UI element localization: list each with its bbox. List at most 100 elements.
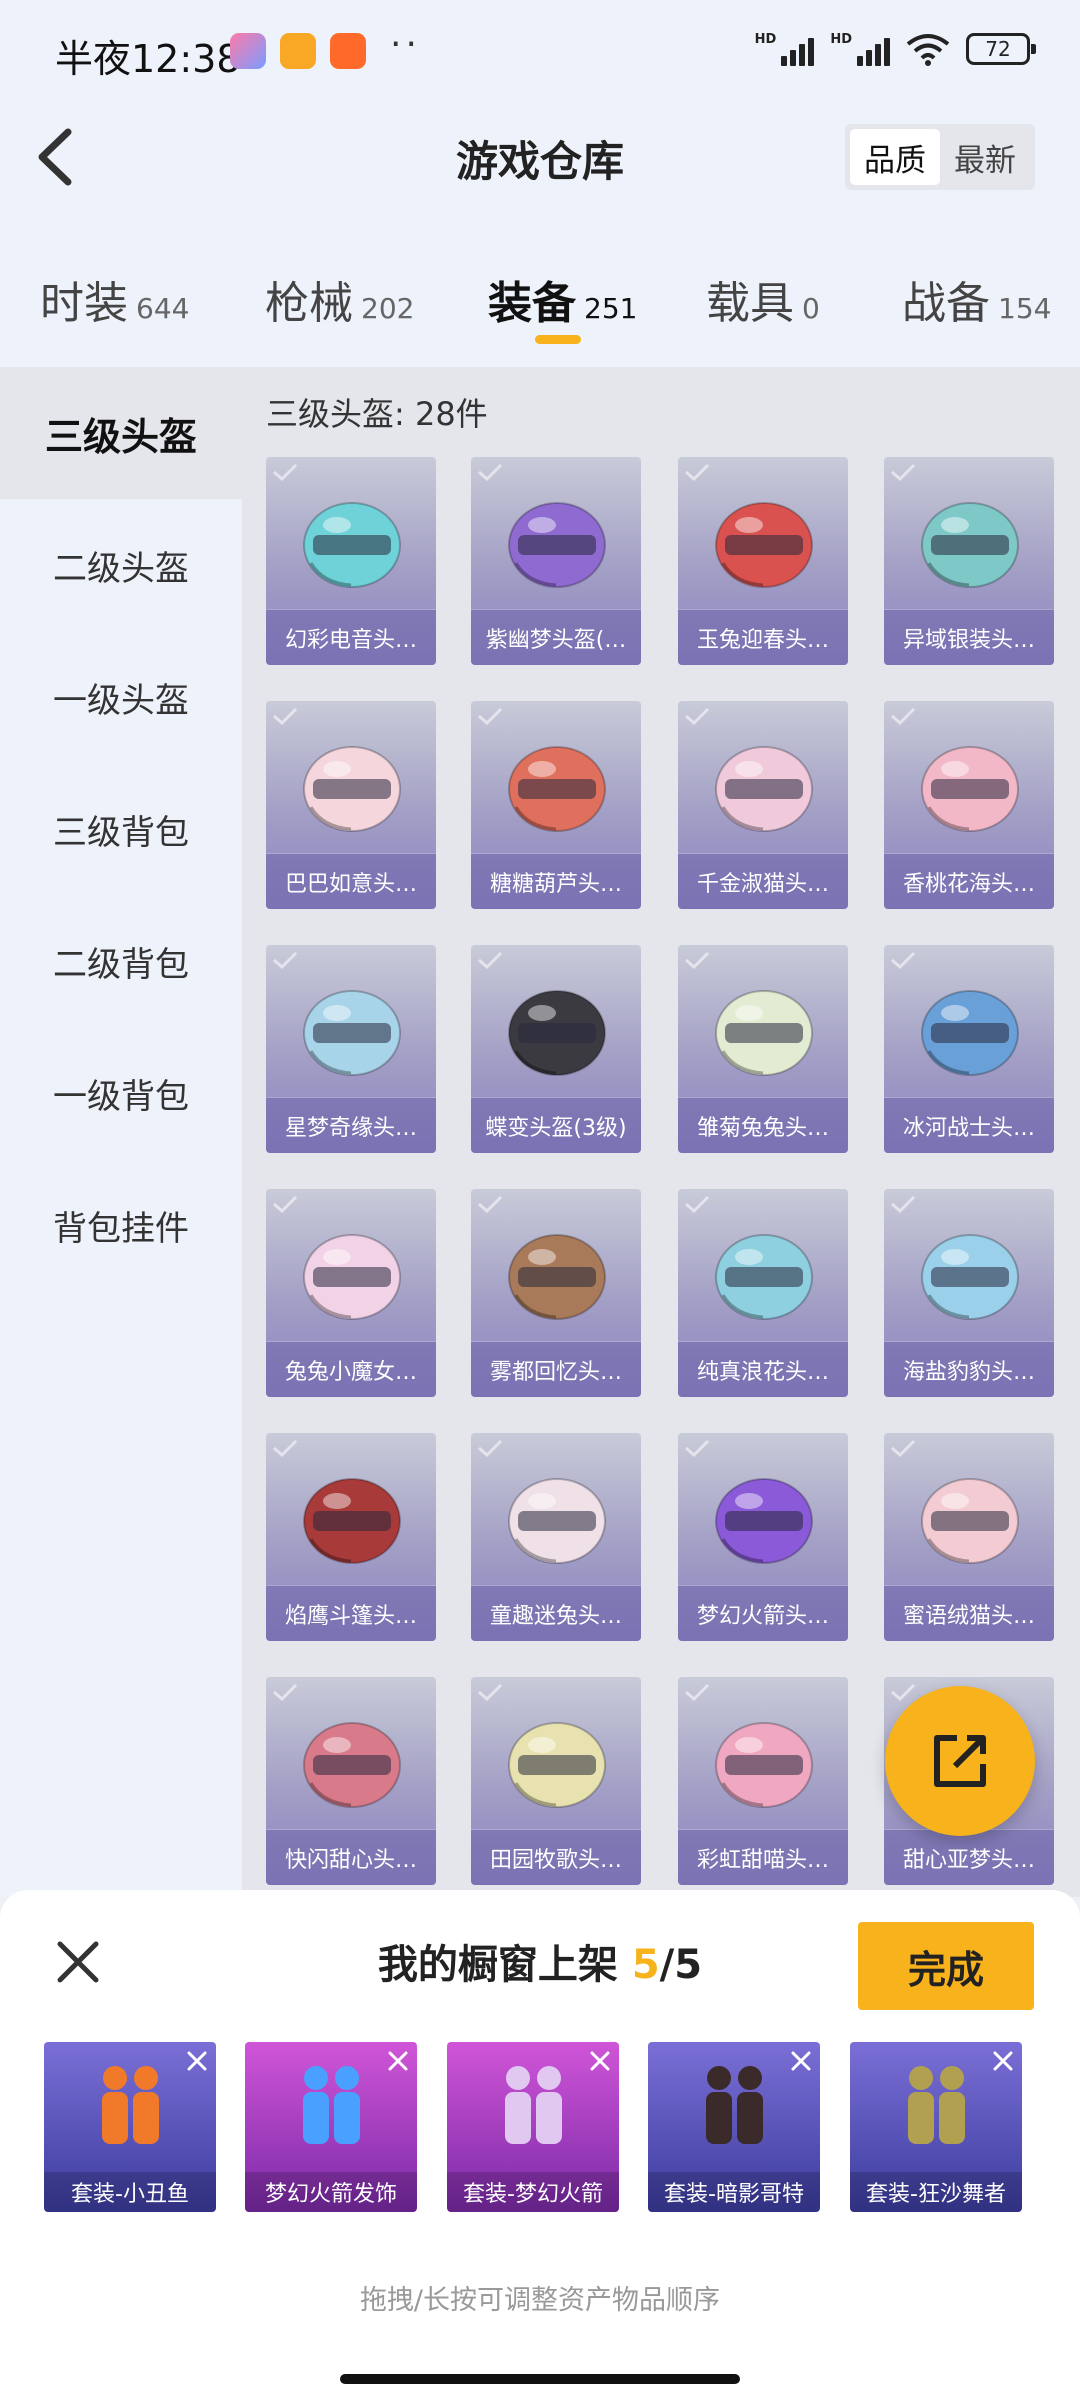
category-tabs: 时装 644 枪械 202 装备 251 载具 0 战备 154 xyxy=(0,215,1080,367)
sidebar-item-lv2-helmet[interactable]: 二级头盔 xyxy=(0,499,242,631)
item-card[interactable]: 童趣迷兔头… xyxy=(471,1433,641,1641)
tab-supplies[interactable]: 战备 154 xyxy=(902,267,1051,331)
item-card[interactable]: 快闪甜心头… xyxy=(266,1677,436,1885)
item-card[interactable]: 焰鹰斗篷头… xyxy=(266,1433,436,1641)
helmet-icon xyxy=(921,1478,1019,1564)
outfit-icon xyxy=(303,2066,360,2144)
signal-2-icon: HD xyxy=(830,32,890,66)
shop-app-icon xyxy=(330,33,366,69)
item-card[interactable]: 海盐豹豹头… xyxy=(884,1189,1054,1397)
showcase-item[interactable]: 套装-梦幻火箭 xyxy=(447,2042,619,2212)
sidebar-item-lv3-helmet[interactable]: 三级头盔 xyxy=(0,367,242,499)
tab-label: 装备 xyxy=(488,278,576,329)
sidebar-item-lv2-backpack[interactable]: 二级背包 xyxy=(0,895,242,1027)
tab-guns[interactable]: 枪械 202 xyxy=(265,267,414,331)
item-card[interactable]: 幻彩电音头… xyxy=(266,457,436,665)
helmet-icon xyxy=(508,1478,606,1564)
item-grid-area[interactable]: 三级头盔: 28件 幻彩电音头… 紫幽梦头盔(… 玉兔迎春头… 异域银装头… 巴巴如意头… xyxy=(242,367,1080,1897)
showcase-item-name: 套装-梦幻火箭 xyxy=(447,2172,619,2212)
item-card[interactable]: 雏菊兔兔头… xyxy=(678,945,848,1153)
check-icon xyxy=(685,707,710,725)
done-button[interactable]: 完成 xyxy=(858,1922,1034,2010)
remove-icon[interactable] xyxy=(587,2048,613,2074)
item-card[interactable]: 纯真浪花头… xyxy=(678,1189,848,1397)
remove-icon[interactable] xyxy=(788,2048,814,2074)
helmet-icon xyxy=(921,502,1019,588)
item-card[interactable]: 香桃花海头… xyxy=(884,701,1054,909)
item-name: 异域银装头… xyxy=(884,609,1054,665)
tab-label: 载具 xyxy=(706,278,794,329)
sort-newest-button[interactable]: 最新 xyxy=(940,129,1030,185)
showcase-item[interactable]: 套装-暗影哥特 xyxy=(648,2042,820,2212)
sidebar-item-backpack-pendant[interactable]: 背包挂件 xyxy=(0,1159,242,1291)
showcase-item-name: 套装-小丑鱼 xyxy=(44,2172,216,2212)
item-card[interactable]: 雾都回忆头… xyxy=(471,1189,641,1397)
tab-label: 战备 xyxy=(902,278,990,329)
showcase-title-text: 我的橱窗上架 xyxy=(377,1942,632,1988)
signal-icon: HD xyxy=(755,32,815,66)
header: 游戏仓库 品质 最新 xyxy=(0,100,1080,215)
tab-label: 枪械 xyxy=(265,278,353,329)
helmet-icon xyxy=(303,1722,401,1808)
showcase-item-name: 梦幻火箭发饰 xyxy=(245,2172,417,2212)
check-icon xyxy=(273,1195,298,1213)
hint-text: 拖拽/长按可调整资产物品顺序 xyxy=(359,2285,721,2316)
home-indicator[interactable] xyxy=(340,2374,740,2384)
showcase-item[interactable]: 套装-小丑鱼 xyxy=(44,2042,216,2212)
sort-quality-button[interactable]: 品质 xyxy=(850,129,940,185)
check-icon xyxy=(478,951,503,969)
helmet-icon xyxy=(715,746,813,832)
status-bar: 半夜12:38 ·· HD HD 72 xyxy=(0,0,1080,100)
item-name: 糖糖葫芦头… xyxy=(471,853,641,909)
item-card[interactable]: 梦幻火箭头… xyxy=(678,1433,848,1641)
item-card[interactable]: 异域银装头… xyxy=(884,457,1054,665)
showcase-item-name: 套装-狂沙舞者 xyxy=(850,2172,1022,2212)
item-card[interactable]: 蝶变头盔(3级) xyxy=(471,945,641,1153)
item-card[interactable]: 糖糖葫芦头… xyxy=(471,701,641,909)
item-card[interactable]: 冰河战士头… xyxy=(884,945,1054,1153)
item-card[interactable]: 彩虹甜喵头… xyxy=(678,1677,848,1885)
sidebar-item-lv3-backpack[interactable]: 三级背包 xyxy=(0,763,242,895)
status-time: 半夜12:38 xyxy=(55,37,241,81)
item-card[interactable]: 巴巴如意头… xyxy=(266,701,436,909)
sort-toggle: 品质 最新 xyxy=(845,124,1035,190)
item-card[interactable]: 兔兔小魔女… xyxy=(266,1189,436,1397)
item-card[interactable]: 千金淑猫头… xyxy=(678,701,848,909)
showcase-item[interactable]: 梦幻火箭发饰 xyxy=(245,2042,417,2212)
helmet-icon xyxy=(303,1478,401,1564)
remove-icon[interactable] xyxy=(385,2048,411,2074)
check-icon xyxy=(891,1683,916,1701)
helmet-icon xyxy=(508,502,606,588)
item-card[interactable]: 田园牧歌头… xyxy=(471,1677,641,1885)
item-card[interactable]: 紫幽梦头盔(… xyxy=(471,457,641,665)
check-icon xyxy=(478,707,503,725)
tab-equipment[interactable]: 装备 251 xyxy=(488,267,637,331)
sidebar-item-lv1-backpack[interactable]: 一级背包 xyxy=(0,1027,242,1159)
check-icon xyxy=(273,951,298,969)
helmet-icon xyxy=(715,1478,813,1564)
check-icon xyxy=(273,707,298,725)
battery-level: 72 xyxy=(985,37,1011,61)
showcase-item[interactable]: 套装-狂沙舞者 xyxy=(850,2042,1022,2212)
tab-count: 0 xyxy=(802,292,820,325)
helmet-icon xyxy=(303,746,401,832)
item-name: 蝶变头盔(3级) xyxy=(471,1097,641,1153)
wifi-icon xyxy=(906,34,950,66)
tab-count: 154 xyxy=(998,292,1052,325)
item-card[interactable]: 星梦奇缘头… xyxy=(266,945,436,1153)
item-card[interactable]: 蜜语绒猫头… xyxy=(884,1433,1054,1641)
check-icon xyxy=(685,1195,710,1213)
check-icon xyxy=(273,463,298,481)
tab-label: 时装 xyxy=(40,278,128,329)
remove-icon[interactable] xyxy=(184,2048,210,2074)
tab-fashion[interactable]: 时装 644 xyxy=(40,267,189,331)
item-name: 童趣迷兔头… xyxy=(471,1585,641,1641)
check-icon xyxy=(478,463,503,481)
item-card[interactable]: 玉兔迎春头… xyxy=(678,457,848,665)
remove-icon[interactable] xyxy=(990,2048,1016,2074)
helmet-icon xyxy=(508,1234,606,1320)
tab-vehicles[interactable]: 载具 0 xyxy=(706,267,820,331)
share-button[interactable] xyxy=(885,1686,1035,1836)
helmet-icon xyxy=(715,990,813,1076)
sidebar-item-lv1-helmet[interactable]: 一级头盔 xyxy=(0,631,242,763)
